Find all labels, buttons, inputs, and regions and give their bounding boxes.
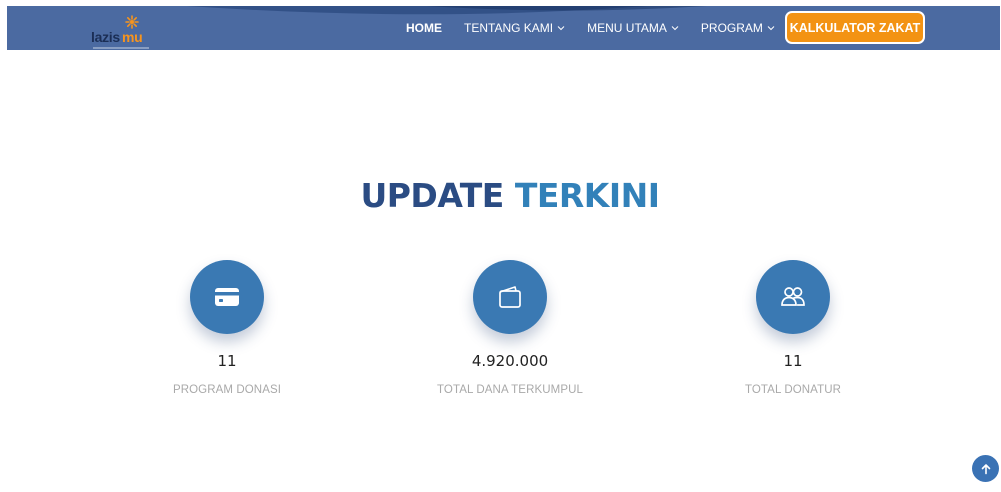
nav-item-home[interactable]: HOME xyxy=(406,21,442,35)
stat-caption: TOTAL DONATUR xyxy=(744,384,842,396)
nav-item-label: TENTANG KAMI xyxy=(464,21,554,35)
chevron-down-icon xyxy=(767,26,775,31)
stat-value: 4.920.000 xyxy=(471,352,549,370)
stat-value: 11 xyxy=(217,352,237,370)
stat-total-dana: 4.920.000 TOTAL DANA TERKUMPUL xyxy=(420,260,600,396)
arrow-up-icon xyxy=(981,463,990,474)
credit-card-icon xyxy=(215,288,239,306)
section-title: UPDATE TERKINI xyxy=(0,176,1001,215)
nav-item-menu-utama[interactable]: MENU UTAMA xyxy=(587,21,679,35)
page: lazis mu HOME TENTANG KAMI MENU UTAMA PR… xyxy=(0,0,1001,492)
scroll-to-top-button[interactable] xyxy=(972,455,999,482)
logo-text: lazis xyxy=(91,29,120,45)
kalkulator-zakat-button[interactable]: KALKULATOR ZAKAT xyxy=(785,11,925,44)
stat-value: 11 xyxy=(783,352,803,370)
lazismu-logo[interactable]: lazis mu xyxy=(87,14,157,49)
logo-tagline xyxy=(93,47,149,49)
users-icon xyxy=(781,287,805,306)
header-navbar: lazis mu HOME TENTANG KAMI MENU UTAMA PR… xyxy=(7,6,1000,50)
section-title-part1: UPDATE xyxy=(360,176,504,215)
nav-item-label: PROGRAM xyxy=(700,21,763,35)
wallet-icon xyxy=(499,286,521,308)
logo-text-accent: mu xyxy=(122,29,143,45)
nav-item-label: MENU UTAMA xyxy=(587,21,667,35)
stat-icon-circle xyxy=(756,260,830,334)
section-title-part2: TERKINI xyxy=(514,176,660,215)
stat-program-donasi: 11 PROGRAM DONASI xyxy=(137,260,317,396)
nav-item-label: HOME xyxy=(406,21,442,35)
nav-item-tentang-kami[interactable]: TENTANG KAMI xyxy=(464,21,565,35)
nav-item-program[interactable]: PROGRAM xyxy=(701,21,775,35)
chevron-down-icon xyxy=(557,26,565,31)
chevron-down-icon xyxy=(671,26,679,31)
stat-caption: TOTAL DANA TERKUMPUL xyxy=(437,384,583,396)
stat-icon-circle xyxy=(473,260,547,334)
stat-total-donatur: 11 TOTAL DONATUR xyxy=(703,260,883,396)
sun-icon xyxy=(125,15,139,29)
main-nav: HOME TENTANG KAMI MENU UTAMA PROGRAM xyxy=(406,6,797,50)
stat-caption: PROGRAM DONASI xyxy=(172,384,282,396)
stat-icon-circle xyxy=(190,260,264,334)
